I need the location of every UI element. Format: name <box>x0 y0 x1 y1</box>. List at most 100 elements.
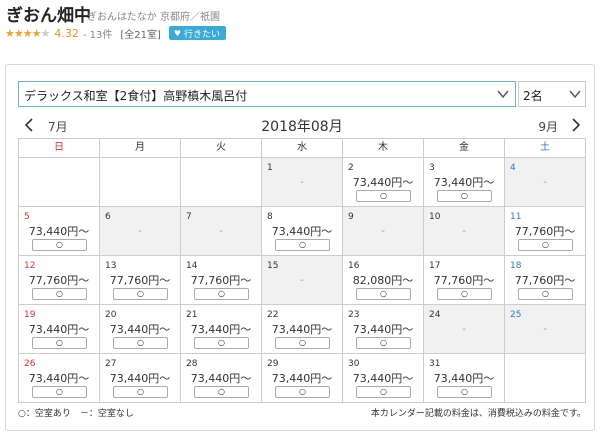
availability-button[interactable]: ○ <box>113 288 168 300</box>
availability-button[interactable]: ○ <box>32 386 87 398</box>
day-price: 73,440円～ <box>109 372 171 385</box>
calendar-day-cell[interactable]: 21 73,440円～ ○ <box>181 305 262 354</box>
weekday-header: 土 <box>505 139 586 158</box>
calendar-day-cell: 10 - <box>424 207 505 256</box>
weekday-header: 金 <box>424 139 505 158</box>
availability-button[interactable]: ○ <box>194 337 249 349</box>
day-number: 8 <box>267 212 273 222</box>
day-number: 20 <box>105 310 117 320</box>
calendar-day-cell: 9- <box>343 207 424 256</box>
calendar-day-cell[interactable]: 22 73,440円～ ○ <box>262 305 343 354</box>
review-count[interactable]: - 13件 <box>83 26 113 41</box>
hotel-reading: ぎおんはたなか <box>87 12 157 23</box>
day-number: 21 <box>186 310 198 320</box>
availability-button[interactable]: ○ <box>518 288 573 300</box>
day-price: 73,440円～ <box>271 372 333 385</box>
day-price: 77,760円～ <box>514 274 576 287</box>
availability-button[interactable]: ○ <box>356 386 411 398</box>
calendar-day-cell[interactable]: 2 73,440円～ ○ <box>343 158 424 207</box>
calendar-day-cell[interactable]: 20 73,440円～ ○ <box>100 305 181 354</box>
availability-button[interactable]: ○ <box>32 239 87 251</box>
availability-button[interactable]: ○ <box>356 337 411 349</box>
availability-button[interactable]: ○ <box>356 190 411 202</box>
calendar-day-cell[interactable]: 17 77,760円～ ○ <box>424 256 505 305</box>
calendar-day-cell[interactable]: 30 73,440円～ ○ <box>343 354 424 403</box>
day-number: 29 <box>267 359 279 369</box>
availability-button[interactable]: ○ <box>518 239 573 251</box>
calendar-day-cell[interactable]: 12 77,760円～ ○ <box>19 256 100 305</box>
day-number: 27 <box>105 359 117 369</box>
day-number: 15 <box>267 261 279 271</box>
calendar-day-cell[interactable]: 19 73,440円～ ○ <box>19 305 100 354</box>
unavailable-mark: - <box>462 226 466 237</box>
want-to-go-button[interactable]: ♥ 行きたい <box>168 26 227 40</box>
day-number: 4 <box>510 163 516 173</box>
availability-button[interactable]: ○ <box>437 190 492 202</box>
day-number: 6 <box>105 212 111 222</box>
room-plan-select[interactable]: デラックス和室【2食付】高野槙木風呂付 <box>18 81 516 107</box>
hotel-header: ぎおん畑中 ぎおんはたなか 京都府／祇園 ★★★★★ 4.32 - 13件 [全… <box>0 0 600 50</box>
day-number: 23 <box>348 310 360 320</box>
heart-icon: ♥ <box>173 28 182 38</box>
day-number: 13 <box>105 261 117 271</box>
calendar-day-cell[interactable]: 5 73,440円～ ○ <box>19 207 100 256</box>
availability-button[interactable]: ○ <box>437 288 492 300</box>
calendar-day-cell: 4- <box>505 158 586 207</box>
unavailable-mark: - <box>300 177 304 188</box>
calendar-day-cell[interactable]: 26 73,440円～ ○ <box>19 354 100 403</box>
price-note: 本カレンダー記載の料金は、消費税込みの料金です。 <box>370 409 586 419</box>
calendar-day-cell[interactable]: 29 73,440円～ ○ <box>262 354 343 403</box>
next-month-link[interactable]: 9月 <box>538 118 558 135</box>
calendar-day-cell[interactable]: 23 73,440円～ ○ <box>343 305 424 354</box>
day-number: 12 <box>24 261 36 271</box>
day-number: 22 <box>267 310 279 320</box>
day-price: 73,440円～ <box>433 372 495 385</box>
day-price: 73,440円～ <box>352 176 414 189</box>
availability-button[interactable]: ○ <box>113 337 168 349</box>
day-price: 73,440円～ <box>271 323 333 336</box>
day-number: 25 <box>510 310 522 320</box>
availability-button[interactable]: ○ <box>194 288 249 300</box>
availability-button[interactable]: ○ <box>437 386 492 398</box>
weekday-header: 日 <box>19 139 100 158</box>
availability-button[interactable]: ○ <box>275 239 330 251</box>
calendar-day-cell: 6- <box>100 207 181 256</box>
availability-button[interactable]: ○ <box>275 386 330 398</box>
unavailable-mark: - <box>300 275 304 286</box>
unavailable-mark: - <box>462 324 466 335</box>
calendar-day-cell[interactable]: 18 77,760円～ ○ <box>505 256 586 305</box>
calendar-day-cell[interactable]: 28 73,440円～ ○ <box>181 354 262 403</box>
day-price: 73,440円～ <box>28 323 90 336</box>
availability-button[interactable]: ○ <box>356 288 411 300</box>
unavailable-mark: - <box>381 226 385 237</box>
availability-button[interactable]: ○ <box>194 386 249 398</box>
day-number: 10 <box>429 212 441 222</box>
day-number: 1 <box>267 163 273 173</box>
calendar-day-cell[interactable]: 16 82,080円～ ○ <box>343 256 424 305</box>
rating-score: 4.32 <box>54 26 79 40</box>
calendar-day-cell[interactable]: 27 73,440円～ ○ <box>100 354 181 403</box>
rating-stars-icon: ★★★★★ <box>5 26 50 40</box>
calendar-day-cell <box>100 158 181 207</box>
availability-button[interactable]: ○ <box>32 337 87 349</box>
calendar-day-cell[interactable]: 8 73,440円～ ○ <box>262 207 343 256</box>
calendar-day-cell[interactable]: 31 73,440円～ ○ <box>424 354 505 403</box>
day-number: 28 <box>186 359 198 369</box>
chevron-right-icon[interactable] <box>570 118 582 132</box>
guest-count-select[interactable]: 2名 <box>518 81 586 107</box>
calendar-grid: 日月火水木金土 1-2 73,440円～ ○ 3 73,440円～ ○ 4-5 73,440円～… <box>18 138 586 403</box>
day-number: 3 <box>429 163 435 173</box>
calendar-day-cell[interactable]: 11 77,760円～ ○ <box>505 207 586 256</box>
day-price: 73,440円～ <box>28 372 90 385</box>
calendar-day-cell[interactable]: 14 77,760円～ ○ <box>181 256 262 305</box>
availability-button[interactable]: ○ <box>113 386 168 398</box>
calendar-day-cell: 15 - <box>262 256 343 305</box>
availability-button[interactable]: ○ <box>275 337 330 349</box>
calendar-day-cell[interactable]: 13 77,760円～ ○ <box>100 256 181 305</box>
availability-button[interactable]: ○ <box>32 288 87 300</box>
day-number: 24 <box>429 310 441 320</box>
calendar-day-cell <box>505 354 586 403</box>
day-number: 7 <box>186 212 192 222</box>
calendar-day-cell[interactable]: 3 73,440円～ ○ <box>424 158 505 207</box>
weekday-header: 木 <box>343 139 424 158</box>
